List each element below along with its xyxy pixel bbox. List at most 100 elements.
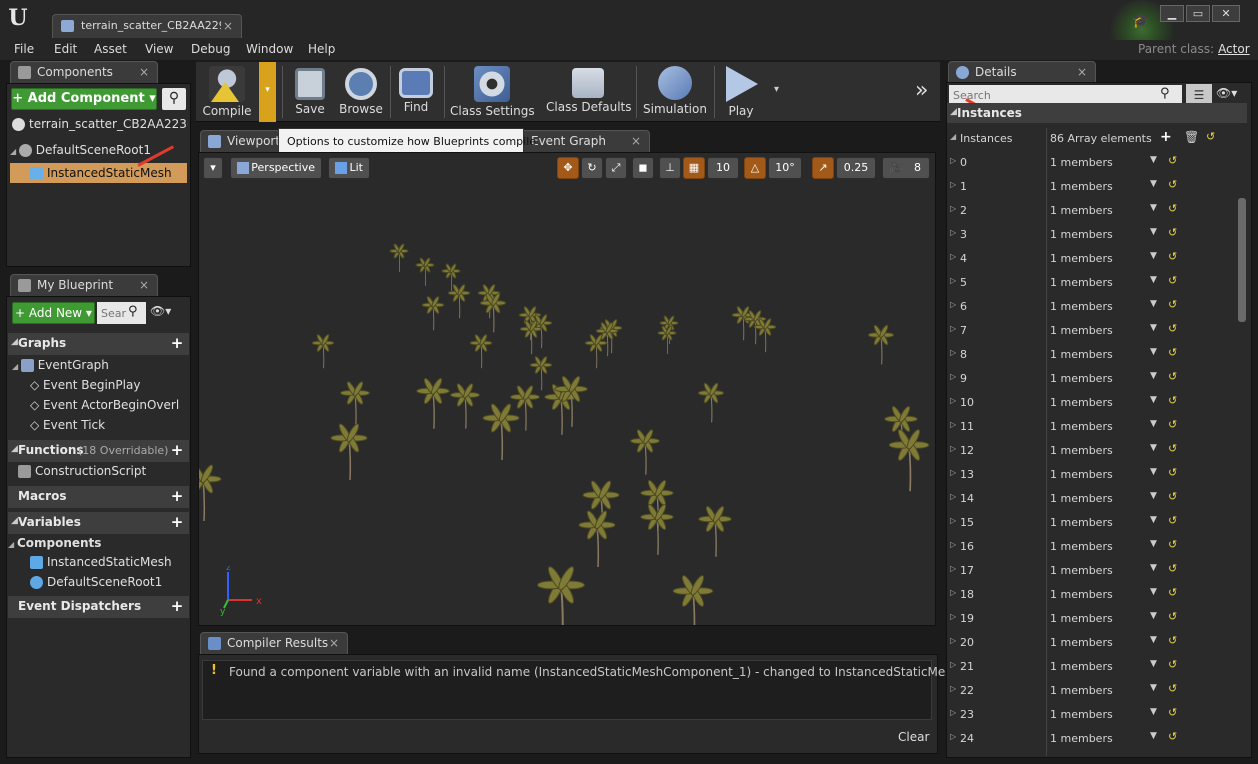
details-category-instances[interactable]: ◢ Instances <box>947 103 1247 123</box>
tree-var-default-scene-root[interactable]: DefaultSceneRoot1 <box>30 575 162 595</box>
scale-snap-value[interactable]: 0.25 <box>836 157 876 179</box>
mortarboard-icon[interactable]: 🎓 <box>1132 12 1150 30</box>
expand-arrow-icon[interactable]: ▷ <box>950 228 956 237</box>
instance-element-row[interactable]: ▷ 8 1 members ▼ ↺ <box>948 343 1246 367</box>
element-options-dropdown[interactable]: ▼ <box>1150 587 1157 597</box>
instance-element-row[interactable]: ▷ 21 1 members ▼ ↺ <box>948 655 1246 679</box>
rotate-mode-icon[interactable]: ↻ <box>581 157 603 179</box>
element-options-dropdown[interactable]: ▼ <box>1150 203 1157 213</box>
trash-icon[interactable]: 🗑 <box>1184 130 1199 144</box>
tab-event-graph[interactable]: Event Graph × <box>520 130 650 152</box>
element-options-dropdown[interactable]: ▼ <box>1150 539 1157 549</box>
compile-button[interactable]: Compile <box>198 62 256 122</box>
surface-snap-icon[interactable]: ⊥ <box>659 157 681 179</box>
tab-details[interactable]: Details × <box>948 61 1096 83</box>
instance-element-row[interactable]: ▷ 13 1 members ▼ ↺ <box>948 463 1246 487</box>
element-options-dropdown[interactable]: ▼ <box>1150 275 1157 285</box>
maximize-button[interactable]: ▭ <box>1186 5 1210 22</box>
expand-arrow-icon[interactable]: ▷ <box>950 732 956 741</box>
reset-to-default-icon[interactable]: ↺ <box>1168 514 1177 527</box>
simulation-button[interactable]: Simulation <box>642 62 708 122</box>
expand-arrow-icon[interactable]: ▷ <box>950 156 956 165</box>
visibility-eye-icon[interactable]: 👁▾ <box>1216 86 1250 104</box>
viewport-options-dropdown[interactable]: ▾ <box>203 157 223 179</box>
compiler-message[interactable]: Found a component variable with an inval… <box>229 665 963 679</box>
menu-window[interactable]: Window <box>246 42 293 56</box>
instance-element-row[interactable]: ▷ 20 1 members ▼ ↺ <box>948 631 1246 655</box>
menu-asset[interactable]: Asset <box>94 42 127 56</box>
instance-element-row[interactable]: ▷ 2 1 members ▼ ↺ <box>948 199 1246 223</box>
reset-to-default-icon[interactable]: ↺ <box>1168 226 1177 239</box>
reset-to-default-icon[interactable]: ↺ <box>1168 394 1177 407</box>
parent-class-link[interactable]: Actor <box>1218 42 1250 56</box>
expand-arrow-icon[interactable]: ▷ <box>950 516 956 525</box>
expand-arrow-icon[interactable]: ▷ <box>950 684 956 693</box>
find-button[interactable]: Find <box>394 62 438 122</box>
minimize-button[interactable]: ▁ <box>1160 5 1184 22</box>
reset-to-default-icon[interactable]: ↺ <box>1168 586 1177 599</box>
expand-arrow-icon[interactable]: ▷ <box>950 276 956 285</box>
element-options-dropdown[interactable]: ▼ <box>1150 227 1157 237</box>
reset-to-default-icon[interactable]: ↺ <box>1168 370 1177 383</box>
instances-array-row[interactable]: ◢ Instances 86 Array elements + 🗑 ↺ <box>948 127 1246 151</box>
translate-mode-icon[interactable]: ✥ <box>557 157 579 179</box>
reset-to-default-icon[interactable]: ↺ <box>1168 466 1177 479</box>
expand-arrow-icon[interactable]: ▷ <box>950 252 956 261</box>
element-options-dropdown[interactable]: ▼ <box>1150 395 1157 405</box>
element-options-dropdown[interactable]: ▼ <box>1150 251 1157 261</box>
expand-arrow-icon[interactable]: ▷ <box>950 540 956 549</box>
element-options-dropdown[interactable]: ▼ <box>1150 563 1157 573</box>
instance-element-row[interactable]: ▷ 12 1 members ▼ ↺ <box>948 439 1246 463</box>
close-icon[interactable]: × <box>139 65 149 79</box>
element-options-dropdown[interactable]: ▼ <box>1150 323 1157 333</box>
add-graph-button[interactable]: + <box>169 336 185 352</box>
search-icon[interactable]: ⚲ <box>1160 86 1178 104</box>
close-icon[interactable]: × <box>631 134 641 148</box>
rotation-snap-icon[interactable]: △ <box>744 157 766 179</box>
tree-event-beginplay[interactable]: ◇ Event BeginPlay <box>30 378 140 398</box>
reset-to-default-icon[interactable]: ↺ <box>1168 298 1177 311</box>
element-options-dropdown[interactable]: ▼ <box>1150 299 1157 309</box>
instance-element-row[interactable]: ▷ 4 1 members ▼ ↺ <box>948 247 1246 271</box>
tree-construction-script[interactable]: ConstructionScript <box>18 464 146 484</box>
section-macros[interactable]: Macros + <box>8 486 189 508</box>
element-options-dropdown[interactable]: ▼ <box>1150 683 1157 693</box>
reset-to-default-icon[interactable]: ↺ <box>1168 610 1177 623</box>
instance-element-row[interactable]: ▷ 15 1 members ▼ ↺ <box>948 511 1246 535</box>
menu-edit[interactable]: Edit <box>54 42 77 56</box>
element-options-dropdown[interactable]: ▼ <box>1150 515 1157 525</box>
reset-to-default-icon[interactable]: ↺ <box>1168 346 1177 359</box>
section-graphs[interactable]: ◢ Graphs + <box>8 333 189 355</box>
expand-arrow-icon[interactable]: ▷ <box>950 444 956 453</box>
section-event-dispatchers[interactable]: Event Dispatchers + <box>8 596 189 618</box>
play-button[interactable]: Play <box>718 62 764 122</box>
add-new-button[interactable]: + Add New ▾ <box>12 302 95 324</box>
details-scrollbar[interactable] <box>1238 198 1246 322</box>
toolbar-overflow-icon[interactable]: » <box>915 78 928 103</box>
reset-to-default-icon[interactable]: ↺ <box>1168 562 1177 575</box>
tab-components[interactable]: Components × <box>10 61 158 83</box>
close-icon[interactable]: × <box>329 636 339 650</box>
reset-to-default-icon[interactable]: ↺ <box>1206 130 1215 143</box>
reset-to-default-icon[interactable]: ↺ <box>1168 250 1177 263</box>
rotation-snap-value[interactable]: 10° <box>768 157 802 179</box>
visibility-eye-icon[interactable]: 👁▾ <box>150 304 184 322</box>
element-options-dropdown[interactable]: ▼ <box>1150 371 1157 381</box>
tree-event-tick[interactable]: ◇ Event Tick <box>30 418 105 438</box>
class-defaults-button[interactable]: Class Defaults <box>546 62 631 122</box>
instance-element-row[interactable]: ▷ 0 1 members ▼ ↺ <box>948 151 1246 175</box>
details-search-input[interactable] <box>949 85 1182 105</box>
instance-element-row[interactable]: ▷ 9 1 members ▼ ↺ <box>948 367 1246 391</box>
menu-debug[interactable]: Debug <box>191 42 230 56</box>
instance-element-row[interactable]: ▷ 16 1 members ▼ ↺ <box>948 535 1246 559</box>
instance-element-row[interactable]: ▷ 10 1 members ▼ ↺ <box>948 391 1246 415</box>
instance-element-row[interactable]: ▷ 23 1 members ▼ ↺ <box>948 703 1246 727</box>
expand-arrow-icon[interactable]: ▷ <box>950 204 956 213</box>
instance-element-row[interactable]: ▷ 19 1 members ▼ ↺ <box>948 607 1246 631</box>
reset-to-default-icon[interactable]: ↺ <box>1168 418 1177 431</box>
perspective-button[interactable]: Perspective <box>230 157 322 179</box>
expand-arrow-icon[interactable]: ▷ <box>950 588 956 597</box>
play-options-dropdown[interactable]: ▾ <box>774 84 779 95</box>
element-options-dropdown[interactable]: ▼ <box>1150 419 1157 429</box>
instance-element-row[interactable]: ▷ 5 1 members ▼ ↺ <box>948 271 1246 295</box>
